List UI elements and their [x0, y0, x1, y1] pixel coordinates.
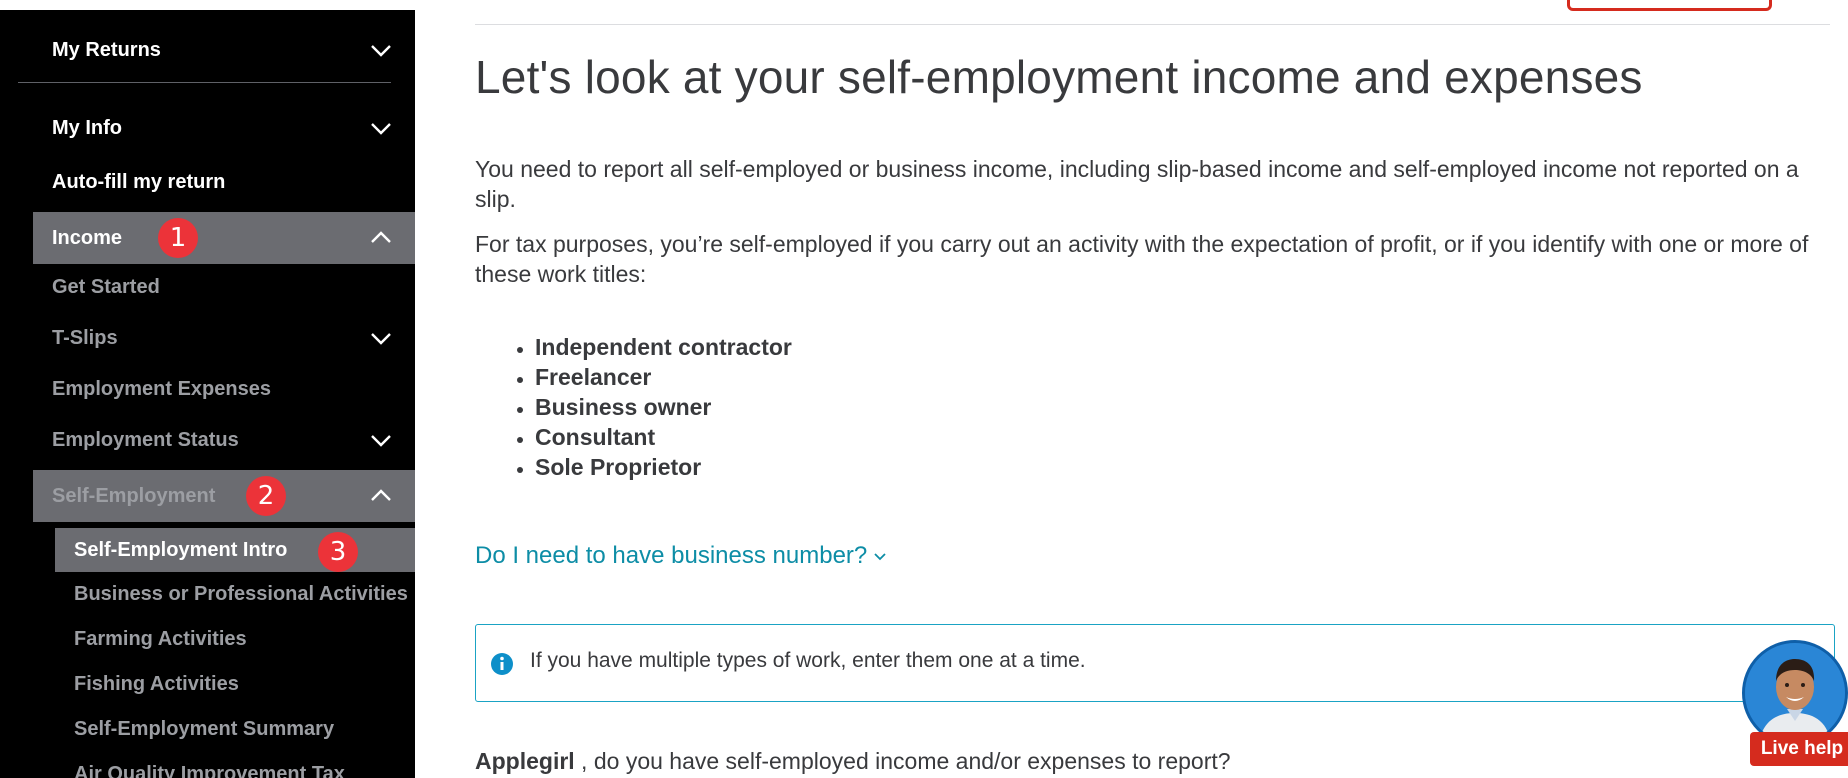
sidebar-item-label: My Info: [52, 116, 122, 139]
faq-link-label: Do I need to have business number?: [475, 542, 868, 569]
sidebar-item-get-started[interactable]: Get Started: [0, 267, 415, 307]
sidebar-subitem-fishing-activities[interactable]: Fishing Activities: [0, 664, 415, 704]
sidebar-divider: [18, 82, 391, 83]
sidebar-item-self-employment[interactable]: Self-Employment 2: [0, 470, 415, 522]
step-badge: 1: [158, 218, 198, 258]
sidebar-subitem-business-activities[interactable]: Business or Professional Activities: [0, 574, 415, 614]
info-icon: [490, 652, 514, 676]
sidebar-item-label: Farming Activities: [74, 627, 247, 650]
chevron-up-icon: [369, 226, 393, 250]
sidebar-item-label: Fishing Activities: [74, 672, 239, 695]
sidebar-item-employment-expenses[interactable]: Employment Expenses: [0, 369, 415, 409]
sidebar-item-my-returns[interactable]: My Returns: [0, 30, 415, 70]
sidebar-subitem-self-employment-summary[interactable]: Self-Employment Summary: [0, 709, 415, 749]
list-item: Independent contractor: [535, 332, 792, 362]
question-text: , do you have self-employed income and/o…: [574, 748, 1231, 774]
sidebar-subitem-self-employment-intro[interactable]: Self-Employment Intro 3: [0, 528, 415, 572]
sidebar-item-label: Business or Professional Activities: [74, 582, 408, 605]
sidebar-item-income[interactable]: Income 1: [0, 212, 415, 264]
list-item: Consultant: [535, 422, 792, 452]
sidebar-item-label: Auto-fill my return: [52, 170, 226, 193]
business-number-faq-link[interactable]: Do I need to have business number?: [475, 542, 887, 570]
info-text: If you have multiple types of work, ente…: [530, 649, 1086, 672]
top-action-button[interactable]: [1567, 0, 1772, 11]
definition-paragraph: For tax purposes, you’re self-employed i…: [475, 231, 1809, 287]
sidebar-item-label: Self-Employment: [52, 484, 216, 507]
list-item: Sole Proprietor: [535, 452, 792, 482]
user-name: Applegirl: [475, 748, 575, 774]
list-item: Business owner: [535, 392, 792, 422]
intro-paragraph: You need to report all self-employed or …: [475, 156, 1799, 212]
chevron-down-icon: [369, 116, 393, 140]
sidebar-subitem-farming-activities[interactable]: Farming Activities: [0, 619, 415, 659]
step-badge: 2: [246, 476, 286, 516]
chevron-down-icon: [369, 326, 393, 350]
chevron-up-icon: [369, 484, 393, 508]
header-divider: [475, 24, 1830, 25]
live-help-widget[interactable]: Live help: [1742, 640, 1848, 778]
page-title: Let's look at your self-employment incom…: [475, 51, 1643, 103]
sidebar-item-label: Air Quality Improvement Tax: [74, 762, 345, 778]
sidebar-subitem-air-quality[interactable]: Air Quality Improvement Tax: [0, 754, 415, 778]
sidebar: My Returns My Info Auto-fill my return I…: [0, 10, 415, 778]
avatar: [1742, 640, 1848, 746]
sidebar-item-label: Self-Employment Intro: [74, 538, 288, 561]
chevron-down-icon: [873, 542, 887, 570]
chevron-down-icon: [369, 428, 393, 452]
sidebar-item-label: Employment Status: [52, 428, 239, 451]
list-item: Freelancer: [535, 362, 792, 392]
chevron-down-icon: [369, 38, 393, 62]
work-titles-list: Independent contractor Freelancer Busine…: [475, 332, 792, 482]
sidebar-item-label: Employment Expenses: [52, 377, 271, 400]
step-badge: 3: [318, 532, 358, 572]
sidebar-item-label: Self-Employment Summary: [74, 717, 335, 740]
sidebar-item-label: T-Slips: [52, 326, 118, 349]
live-help-button[interactable]: Live help: [1750, 732, 1848, 766]
sidebar-item-label: Get Started: [52, 275, 160, 298]
sidebar-item-my-info[interactable]: My Info: [0, 108, 415, 148]
main-content: Let's look at your self-employment incom…: [475, 0, 1848, 778]
sidebar-item-t-slips[interactable]: T-Slips: [0, 318, 415, 358]
sidebar-item-autofill[interactable]: Auto-fill my return: [0, 162, 415, 202]
sidebar-item-label: Income: [52, 226, 123, 249]
info-callout: If you have multiple types of work, ente…: [475, 624, 1835, 702]
sidebar-item-employment-status[interactable]: Employment Status: [0, 420, 415, 460]
self-employment-question: Applegirl , do you have self-employed in…: [475, 748, 1231, 775]
sidebar-item-label: My Returns: [52, 38, 161, 61]
